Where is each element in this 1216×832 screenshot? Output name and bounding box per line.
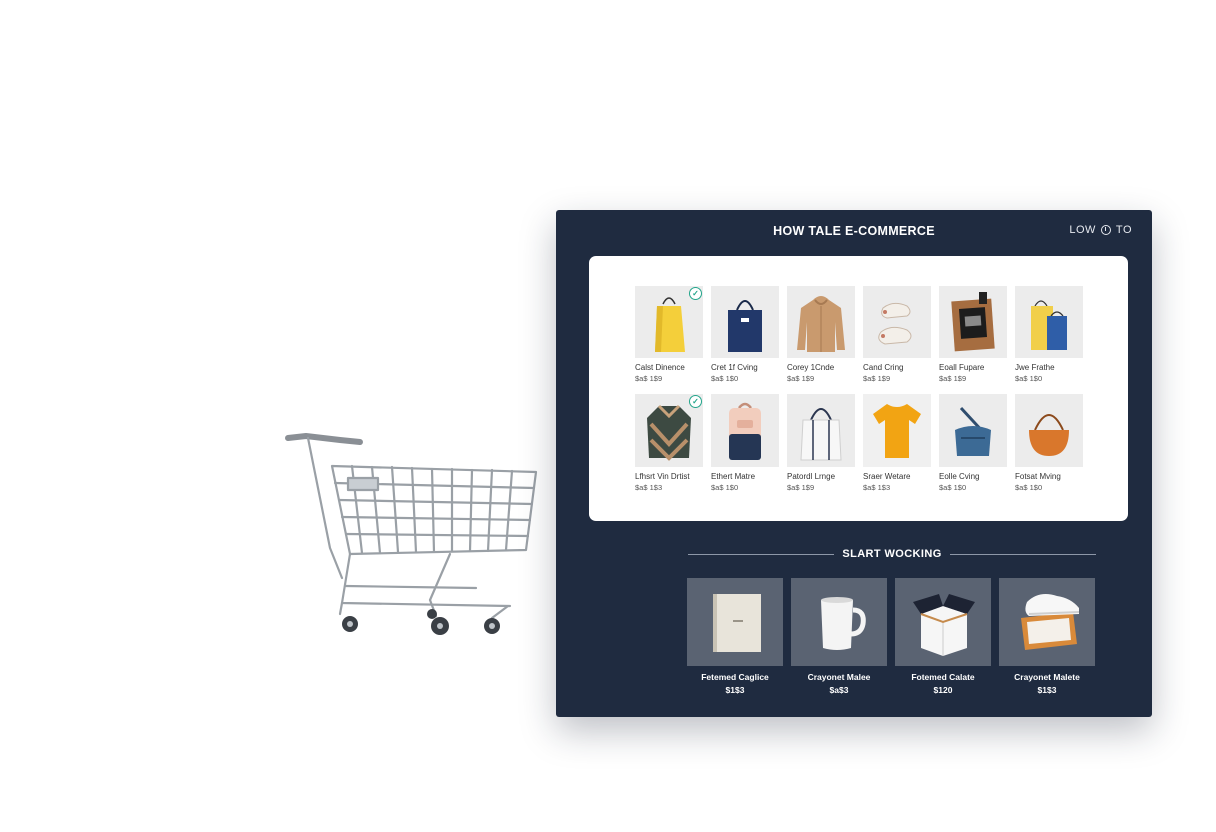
product-price: $a$ 1$3 [635, 483, 663, 492]
product-item[interactable]: Corey 1Cnde $a$ 1$9 [787, 286, 855, 388]
product-item[interactable]: ✓ Calst Dinence $a$ 1$9 [635, 286, 703, 388]
product-image [711, 394, 779, 467]
product-name: Eolle Cving [939, 472, 980, 481]
product-image: ✓ [635, 394, 703, 467]
section-heading: SLART WOCKING [842, 548, 942, 560]
navy-tote-bag-icon [728, 300, 762, 352]
product-item[interactable]: Patordl Lrnge $a$ 1$9 [787, 394, 855, 496]
product-item[interactable]: Sraer Wetare $a$ 1$3 [863, 394, 931, 496]
product-image [1015, 394, 1083, 467]
product-price: $a$ 1$9 [635, 374, 663, 383]
featured-item[interactable]: Crayonet Malee $a$3 [791, 578, 887, 695]
product-price: $a$ 1$9 [939, 374, 967, 383]
featured-price: $120 [933, 685, 953, 695]
product-image [711, 286, 779, 358]
clock-icon[interactable] [1100, 225, 1111, 235]
product-price: $a$ 1$0 [1015, 374, 1043, 383]
yellow-blue-bags-icon [1031, 300, 1067, 350]
sneaker-box-icon [1021, 594, 1080, 650]
product-price: $a$ 1$9 [787, 483, 815, 492]
shopping-cart-icon [285, 433, 538, 635]
page-title: HOW TALE E-COMMERCE [773, 224, 935, 238]
two-tone-backpack-icon [729, 402, 761, 460]
selected-check-icon: ✓ [689, 395, 702, 408]
product-item[interactable]: Eolle Cving $a$ 1$0 [939, 394, 1007, 496]
open-box-icon [913, 594, 975, 656]
kraft-gift-box-icon [951, 292, 995, 352]
product-price: $a$ 1$9 [863, 374, 891, 383]
product-price: $a$ 1$3 [863, 483, 891, 492]
denim-crossbody-bag-icon [955, 406, 991, 456]
featured-items: Fetemed Caglice $1$3 Crayonet Malee $a$3 [687, 578, 1095, 695]
selected-check-icon: ✓ [689, 287, 702, 300]
featured-item[interactable]: Crayonet Malete $1$3 [999, 578, 1095, 695]
product-image [1015, 286, 1083, 358]
product-name: Lfhsrt Vin Drtist [635, 472, 690, 481]
featured-price: $1$3 [1037, 685, 1057, 695]
beige-hoodie-icon [797, 296, 845, 352]
featured-name: Fotemed Calate [911, 672, 975, 682]
product-item[interactable]: Eoall Fupare $a$ 1$9 [939, 286, 1007, 388]
product-image [939, 286, 1007, 358]
product-item[interactable]: Cret 1f Cving $a$ 1$0 [711, 286, 779, 388]
header-controls[interactable]: LOW TO [1069, 224, 1132, 236]
product-image [787, 394, 855, 467]
product-name: Calst Dinence [635, 363, 685, 372]
section-divider: SLART WOCKING [688, 547, 1096, 561]
product-name: Cand Cring [863, 363, 904, 372]
featured-item[interactable]: Fotemed Calate $120 [895, 578, 991, 695]
product-image [863, 394, 931, 467]
products-card: ✓ Calst Dinence $a$ 1$9 Cret 1f Cving $a… [589, 256, 1128, 521]
product-item[interactable]: Ethert Matre $a$ 1$0 [711, 394, 779, 496]
featured-image [999, 578, 1095, 666]
product-name: Eoall Fupare [939, 363, 985, 372]
product-name: Fotsat Mving [1015, 472, 1061, 481]
ecommerce-panel: HOW TALE E-COMMERCE LOW TO ✓ Calst Dinen… [556, 210, 1152, 717]
featured-image [687, 578, 783, 666]
divider-line-right [949, 553, 1096, 555]
featured-name: Crayonet Malee [807, 672, 871, 682]
featured-image [791, 578, 887, 666]
divider-line-left [688, 553, 835, 555]
product-name: Jwe Frathe [1015, 363, 1055, 372]
product-price: $a$ 1$0 [711, 374, 739, 383]
product-name: Ethert Matre [711, 472, 756, 481]
sneakers-pair-icon [878, 302, 912, 345]
product-price: $a$ 1$9 [787, 374, 815, 383]
featured-item[interactable]: Fetemed Caglice $1$3 [687, 578, 783, 695]
product-image [939, 394, 1007, 467]
product-name: Cret 1f Cving [711, 363, 758, 372]
featured-price: $a$3 [829, 685, 849, 695]
header-control-right[interactable]: TO [1116, 224, 1132, 236]
product-price: $a$ 1$0 [711, 483, 739, 492]
product-item[interactable]: Jwe Frathe $a$ 1$0 [1015, 286, 1083, 388]
featured-image [895, 578, 991, 666]
orange-round-bag-icon [1029, 414, 1069, 456]
featured-price: $1$3 [725, 685, 745, 695]
product-name: Corey 1Cnde [787, 363, 835, 372]
product-item[interactable]: Fotsat Mving $a$ 1$0 [1015, 394, 1083, 496]
white-canvas-tote-icon [800, 408, 842, 461]
yellow-tshirt-icon [873, 404, 921, 458]
featured-name: Crayonet Malete [1014, 672, 1080, 682]
featured-name: Fetemed Caglice [701, 672, 769, 682]
product-name: Sraer Wetare [863, 472, 911, 481]
product-item[interactable]: ✓ Lfhsrt Vin Drtist $a$ 1$3 [635, 394, 703, 496]
product-price: $a$ 1$0 [1015, 483, 1043, 492]
product-grid: ✓ Calst Dinence $a$ 1$9 Cret 1f Cving $a… [635, 286, 1083, 496]
product-price: $a$ 1$0 [939, 483, 967, 492]
product-item[interactable]: Cand Cring $a$ 1$9 [863, 286, 931, 388]
product-image [863, 286, 931, 358]
product-name: Patordl Lrnge [787, 472, 836, 481]
product-image: ✓ [635, 286, 703, 358]
product-image [787, 286, 855, 358]
white-mug-icon [821, 597, 866, 650]
header-control-left[interactable]: LOW [1069, 224, 1096, 236]
book-icon [713, 594, 761, 652]
